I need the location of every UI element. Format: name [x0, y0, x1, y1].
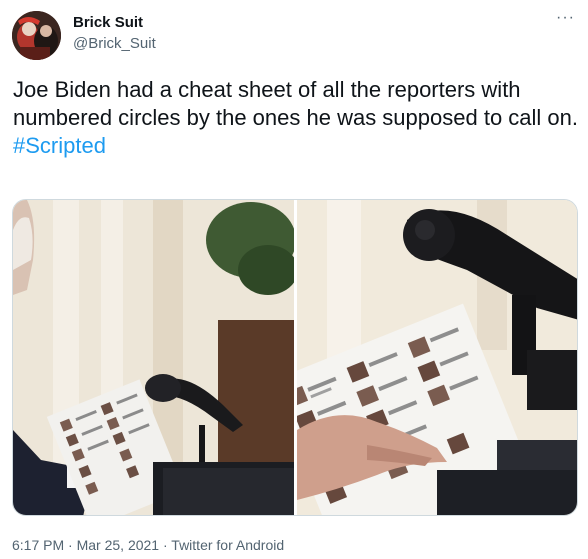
tweet-card: Brick Suit @Brick_Suit ··· Joe Biden had…	[0, 0, 588, 559]
meta-separator: ·	[64, 537, 77, 553]
author-avatar[interactable]	[12, 11, 61, 60]
tweet-meta: 6:17 PM · Mar 25, 2021 · Twitter for And…	[12, 537, 284, 553]
tweet-body: Joe Biden had a cheat sheet of all the r…	[13, 77, 578, 130]
author-handle[interactable]: @Brick_Suit	[73, 35, 156, 52]
tweet-date-link[interactable]: Mar 25, 2021	[77, 537, 160, 553]
avatar-image	[12, 11, 61, 60]
photo-podium-closeup	[297, 200, 577, 515]
tweet-time-link[interactable]: 6:17 PM	[12, 537, 64, 553]
photo-podium-wide	[13, 200, 294, 515]
author-name[interactable]: Brick Suit	[73, 14, 143, 31]
photo-right[interactable]	[297, 200, 577, 515]
tweet-source-link[interactable]: Twitter for Android	[171, 537, 284, 553]
tweet-text: Joe Biden had a cheat sheet of all the r…	[13, 76, 578, 160]
media-grid	[12, 199, 578, 516]
hashtag-link[interactable]: #Scripted	[13, 133, 106, 158]
photo-left[interactable]	[13, 200, 294, 515]
meta-separator-2: ·	[159, 537, 172, 553]
more-options-icon[interactable]: ···	[556, 10, 578, 26]
